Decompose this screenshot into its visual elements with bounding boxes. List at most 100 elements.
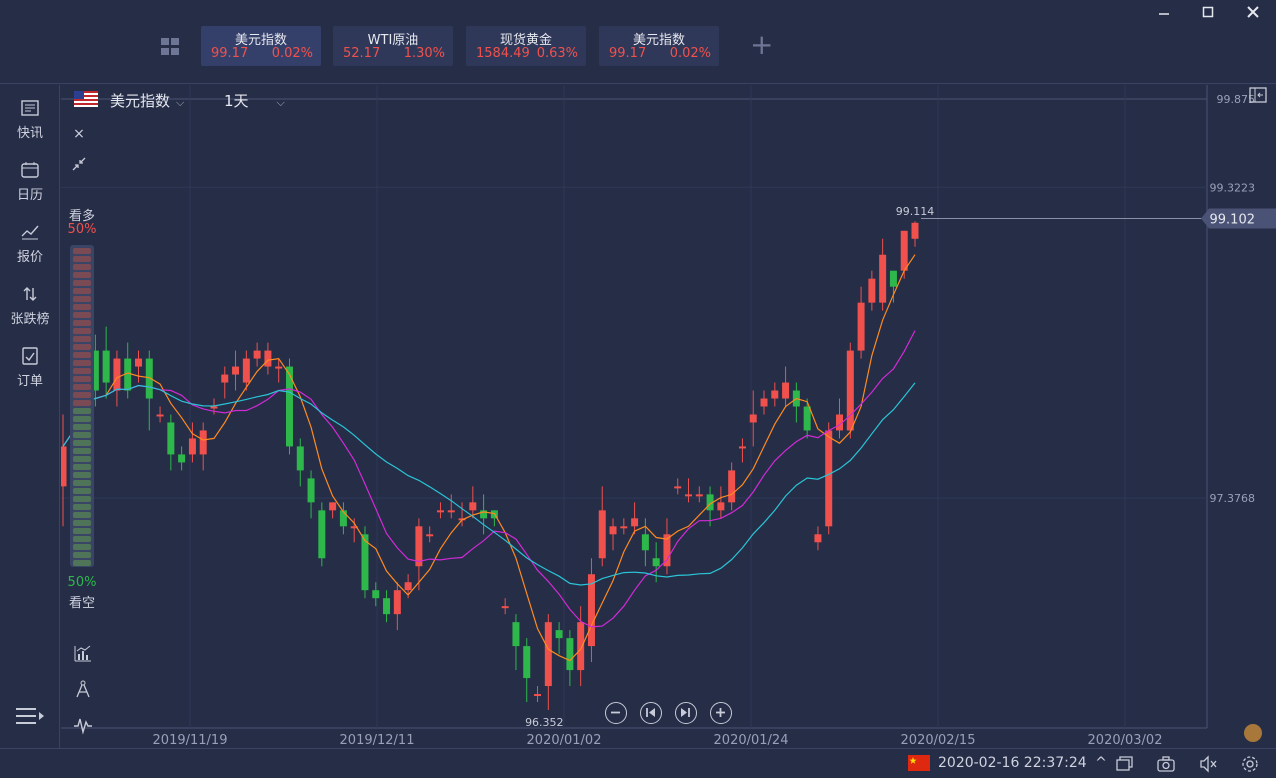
- sidebar-item-calendar[interactable]: 日历: [0, 159, 60, 215]
- quote-card-usd-index-2[interactable]: 美元指数 99.17 0.02%: [599, 26, 719, 66]
- y-tick-label: 97.3768: [1210, 492, 1256, 505]
- y-tick-label: 99.3223: [1210, 181, 1256, 194]
- candle-body: [512, 622, 520, 647]
- candle-body: [469, 502, 477, 511]
- maximize-icon[interactable]: [1196, 2, 1220, 24]
- quote-change: 0.63%: [536, 46, 578, 61]
- bear-segment: [73, 520, 91, 526]
- waveform-icon[interactable]: [72, 715, 94, 737]
- period-selector[interactable]: 1天 ⌵: [224, 90, 285, 111]
- datetime-text: 2020-02-16 22:37:24: [938, 755, 1087, 771]
- add-quote-button[interactable]: +: [750, 30, 773, 60]
- bull-segment: [73, 392, 91, 398]
- candle-body: [609, 526, 617, 535]
- candle-body: [134, 358, 142, 367]
- candle-body: [889, 270, 897, 287]
- status-datetime[interactable]: 2020-02-16 22:37:24 ^: [938, 755, 1107, 771]
- mute-icon[interactable]: [1198, 754, 1218, 774]
- quote-card-gold[interactable]: 现货黄金 1584.49 0.63%: [466, 26, 586, 66]
- candle-body: [329, 502, 337, 511]
- sidebar-item-label: 快讯: [16, 126, 43, 141]
- bull-segment: [73, 280, 91, 286]
- candlestick-chart[interactable]: 99.87599.322397.37682019/11/19 2019/12/11…: [61, 85, 1276, 748]
- china-flag-icon: [908, 755, 930, 771]
- minimize-icon[interactable]: [1152, 2, 1176, 24]
- bear-segment: [73, 560, 91, 566]
- jump-end-button[interactable]: [675, 702, 697, 724]
- chevron-up-icon: ^: [1095, 755, 1107, 771]
- candle-body: [199, 430, 207, 455]
- camera-icon[interactable]: [1156, 754, 1176, 774]
- candle-body: [846, 350, 854, 431]
- candle-body: [415, 526, 423, 567]
- candle-body: [825, 430, 833, 527]
- bear-segment: [73, 432, 91, 438]
- sidebar-item-quotes[interactable]: 报价: [0, 221, 60, 277]
- settings-gear-icon[interactable]: [1240, 754, 1260, 774]
- x-tick-label: 2020/01/24: [714, 733, 789, 748]
- bear-segment: [73, 456, 91, 462]
- collapse-icon[interactable]: [70, 157, 88, 175]
- grid-view-icon[interactable]: [161, 38, 181, 56]
- symbol-name: 美元指数: [110, 92, 171, 110]
- sidebar-item-movers[interactable]: 张跌榜: [0, 283, 60, 339]
- menu-expand-icon[interactable]: [14, 705, 46, 731]
- bull-segment: [73, 400, 91, 406]
- zoom-out-button[interactable]: [605, 702, 627, 724]
- close-icon[interactable]: [1241, 2, 1265, 24]
- bear-segment: [73, 448, 91, 454]
- bull-segment: [73, 264, 91, 270]
- windows-icon[interactable]: [1115, 754, 1135, 774]
- quote-card-wti[interactable]: WTI原油 52.17 1.30%: [333, 26, 453, 66]
- candle-body: [674, 486, 682, 489]
- bull-segment: [73, 296, 91, 302]
- candle-body: [436, 510, 444, 513]
- zoom-in-button[interactable]: [710, 702, 732, 724]
- close-panel-icon[interactable]: ×: [70, 125, 88, 143]
- candle-body: [318, 510, 326, 559]
- bear-segment: [73, 528, 91, 534]
- quote-change: 0.02%: [669, 46, 711, 61]
- sidebar-item-news[interactable]: 快讯: [0, 97, 60, 153]
- candle-body: [631, 518, 639, 527]
- panel-toggle-icon[interactable]: [1247, 87, 1269, 105]
- candle-body: [232, 366, 240, 375]
- quote-card-usd-index[interactable]: 美元指数 99.17 0.02%: [201, 26, 321, 66]
- candle-body: [760, 398, 768, 407]
- candle-body: [404, 582, 412, 591]
- candle-body: [113, 358, 121, 391]
- order-icon: [22, 347, 38, 365]
- indicator-icon[interactable]: [72, 643, 94, 665]
- drawing-compass-icon[interactable]: [72, 679, 94, 701]
- bull-segment: [73, 344, 91, 350]
- candle-body: [717, 502, 725, 511]
- candle-body: [188, 438, 196, 455]
- candle-body: [814, 534, 822, 543]
- candle-body: [544, 622, 552, 687]
- chart-area: 99.875 99.3223 97.3768 2019/11/19 2019/12/11…: [61, 85, 1276, 748]
- candle-body: [695, 494, 703, 497]
- candle-body: [652, 558, 660, 567]
- sidebar-item-label: 报价: [16, 250, 43, 265]
- candle-body: [911, 222, 919, 239]
- x-tick-label: 2020/01/02: [527, 733, 602, 748]
- candle-body: [749, 414, 757, 423]
- bull-segment: [73, 288, 91, 294]
- bull-segment: [73, 256, 91, 262]
- candle-body: [296, 446, 304, 471]
- candle-body: [264, 350, 272, 367]
- candle-body: [900, 230, 908, 271]
- candle-body: [393, 590, 401, 615]
- candle-body: [598, 510, 606, 559]
- candle-body: [383, 598, 391, 615]
- candle-body: [803, 406, 811, 431]
- sidebar-item-orders[interactable]: 订单: [0, 345, 60, 401]
- bull-percent: 50%: [67, 222, 97, 237]
- jump-start-button[interactable]: [640, 702, 662, 724]
- candle-body: [523, 646, 531, 679]
- sort-arrows-icon: [23, 287, 37, 301]
- ma20-line: [62, 382, 916, 586]
- candle-body: [782, 382, 790, 399]
- candle-body: [447, 510, 455, 513]
- bear-segment: [73, 408, 91, 414]
